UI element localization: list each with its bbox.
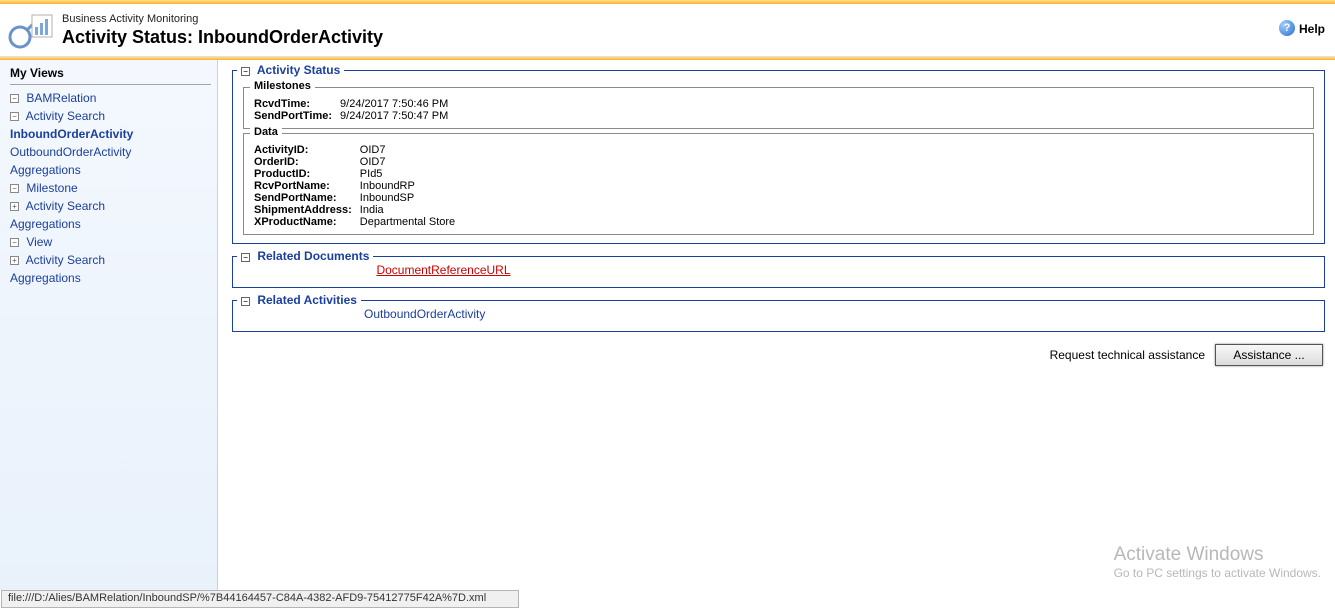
- kv-key: ShipmentAddress:: [254, 204, 360, 216]
- app-title: Business Activity Monitoring: [62, 13, 383, 25]
- tree-node-milestone[interactable]: Milestone: [26, 181, 77, 195]
- related-activity-link[interactable]: OutboundOrderActivity: [364, 307, 485, 321]
- data-table: ActivityID:OID7 OrderID:OID7 ProductID:P…: [254, 144, 463, 228]
- tree-node-view[interactable]: View: [26, 235, 52, 249]
- app-logo-icon: [6, 8, 56, 50]
- related-documents-legend: − Related Documents: [237, 249, 373, 263]
- kv-key: OrderID:: [254, 156, 360, 168]
- tree-node-bamrelation[interactable]: BAMRelation: [26, 91, 96, 105]
- tree-toggle-icon[interactable]: −: [10, 238, 19, 247]
- assistance-button[interactable]: Assistance ...: [1215, 344, 1323, 366]
- nav-tree: − BAMRelation − Activity Search InboundO…: [10, 89, 211, 287]
- body-wrap: My Views − BAMRelation − Activity Search…: [0, 60, 1335, 590]
- activate-windows-watermark: Activate Windows Go to PC settings to ac…: [1114, 544, 1321, 580]
- tree-toggle-icon[interactable]: −: [10, 94, 19, 103]
- data-panel: Data ActivityID:OID7 OrderID:OID7 Produc…: [243, 133, 1314, 235]
- tree-node-aggregations[interactable]: Aggregations: [10, 271, 81, 285]
- collapse-icon[interactable]: −: [241, 253, 250, 262]
- tree-node-aggregations[interactable]: Aggregations: [10, 163, 81, 177]
- tree-node-inbound-order-activity[interactable]: InboundOrderActivity: [10, 127, 133, 141]
- kv-value: OID7: [360, 144, 463, 156]
- kv-value: Departmental Store: [360, 216, 463, 228]
- assistance-label: Request technical assistance: [1050, 348, 1205, 362]
- milestones-table: RcvdTime:9/24/2017 7:50:46 PM SendPortTi…: [254, 98, 456, 122]
- help-label: Help: [1299, 22, 1325, 36]
- status-bar: file:///D:/Alies/BAMRelation/InboundSP/%…: [1, 590, 519, 608]
- header: Business Activity Monitoring Activity St…: [0, 4, 1335, 57]
- activate-windows-sub: Go to PC settings to activate Windows.: [1114, 566, 1321, 580]
- kv-key: ActivityID:: [254, 144, 360, 156]
- kv-value: OID7: [360, 156, 463, 168]
- tree-node-outbound-order-activity[interactable]: OutboundOrderActivity: [10, 145, 131, 159]
- kv-key: XProductName:: [254, 216, 360, 228]
- kv-value: PId5: [360, 168, 463, 180]
- header-text: Business Activity Monitoring Activity St…: [62, 11, 383, 48]
- kv-key: SendPortName:: [254, 192, 360, 204]
- sidebar: My Views − BAMRelation − Activity Search…: [0, 60, 218, 590]
- assistance-row: Request technical assistance Assistance …: [232, 344, 1325, 366]
- related-documents-panel: − Related Documents DocumentReferenceURL: [232, 256, 1325, 288]
- tree-node-activity-search[interactable]: Activity Search: [26, 253, 105, 267]
- collapse-icon[interactable]: −: [241, 297, 250, 306]
- collapse-icon[interactable]: −: [241, 67, 250, 76]
- help-icon: ?: [1279, 20, 1295, 36]
- milestones-panel: Milestones RcvdTime:9/24/2017 7:50:46 PM…: [243, 87, 1314, 129]
- kv-value: 9/24/2017 7:50:46 PM: [340, 98, 456, 110]
- sidebar-heading: My Views: [10, 66, 211, 80]
- tree-toggle-icon[interactable]: +: [10, 202, 19, 211]
- related-activities-legend: − Related Activities: [237, 293, 361, 307]
- data-legend: Data: [250, 126, 282, 138]
- kv-key: ProductID:: [254, 168, 360, 180]
- tree-node-activity-search[interactable]: Activity Search: [26, 109, 105, 123]
- related-documents-legend-text: Related Documents: [257, 249, 369, 263]
- milestones-legend: Milestones: [250, 80, 315, 92]
- page-title: Activity Status: InboundOrderActivity: [62, 27, 383, 48]
- activate-windows-title: Activate Windows: [1114, 544, 1321, 566]
- activity-status-panel: − Activity Status Milestones RcvdTime:9/…: [232, 70, 1325, 244]
- app-window: { "header": { "app_title": "Business Act…: [0, 0, 1335, 609]
- kv-value: InboundRP: [360, 180, 463, 192]
- kv-value: India: [360, 204, 463, 216]
- tree-toggle-icon[interactable]: −: [10, 184, 19, 193]
- main-content: − Activity Status Milestones RcvdTime:9/…: [218, 60, 1335, 590]
- activity-status-legend: − Activity Status: [237, 63, 344, 77]
- tree-node-activity-search[interactable]: Activity Search: [26, 199, 105, 213]
- tree-node-aggregations[interactable]: Aggregations: [10, 217, 81, 231]
- document-reference-link[interactable]: DocumentReferenceURL: [376, 263, 510, 277]
- kv-key: RcvPortName:: [254, 180, 360, 192]
- kv-key: SendPortTime:: [254, 110, 340, 122]
- tree-toggle-icon[interactable]: −: [10, 112, 19, 121]
- kv-key: RcvdTime:: [254, 98, 340, 110]
- related-activities-legend-text: Related Activities: [257, 293, 357, 307]
- kv-value: 9/24/2017 7:50:47 PM: [340, 110, 456, 122]
- activity-status-legend-text: Activity Status: [257, 63, 340, 77]
- sidebar-divider: [10, 84, 211, 85]
- help-link[interactable]: ? Help: [1279, 20, 1325, 38]
- kv-value: InboundSP: [360, 192, 463, 204]
- tree-toggle-icon[interactable]: +: [10, 256, 19, 265]
- related-activities-panel: − Related Activities OutboundOrderActivi…: [232, 300, 1325, 332]
